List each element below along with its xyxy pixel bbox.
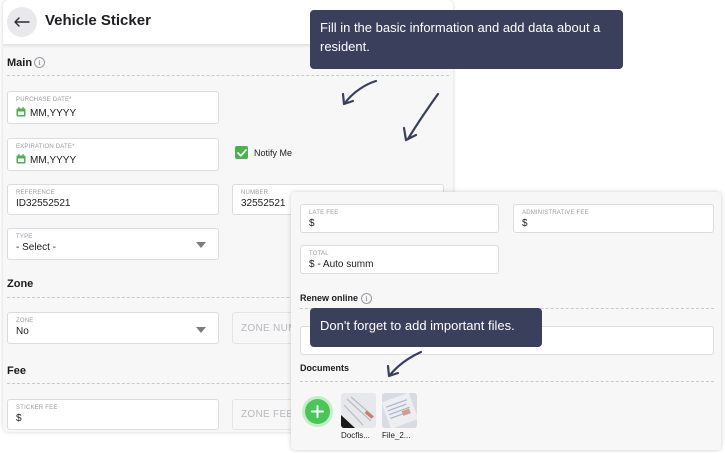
- pointer-arrow-icon: [341, 79, 378, 106]
- field-value: $: [522, 218, 528, 229]
- type-select[interactable]: TYPE - Select -: [7, 228, 219, 260]
- divider: [300, 381, 714, 382]
- field-label: NUMBER: [241, 190, 269, 196]
- late-fee-field[interactable]: LATE FEE $: [300, 204, 499, 233]
- field-value: - Select -: [16, 242, 57, 253]
- section-title-main: Main: [7, 57, 33, 69]
- section-title-renew-online: Renew online: [300, 293, 359, 303]
- plus-icon: [311, 405, 324, 418]
- pointer-arrow-icon: [402, 92, 440, 142]
- calendar-icon: [16, 154, 26, 164]
- document-thumbnail-2[interactable]: [382, 393, 417, 428]
- zone-select[interactable]: ZONE No: [7, 312, 219, 344]
- purchase-date-field[interactable]: PURCHASE DATE* MM,YYYY: [7, 91, 219, 124]
- reference-field[interactable]: REFERENCE ID32552521: [7, 184, 219, 215]
- field-value: $: [16, 413, 22, 424]
- field-label: PURCHASE DATE*: [16, 97, 72, 103]
- total-field[interactable]: TOTAL $ - Auto summ: [300, 245, 499, 274]
- field-label: EXPIRATION DATE*: [16, 144, 75, 150]
- pointer-arrow-icon: [386, 350, 423, 378]
- section-title-fee: Fee: [7, 365, 26, 377]
- add-document-button[interactable]: [305, 399, 330, 424]
- document-thumbnail-1[interactable]: [341, 393, 376, 428]
- field-value: MM,YYYY: [30, 108, 77, 119]
- field-value: 32552521: [241, 198, 286, 209]
- section-title-documents: Documents: [300, 363, 350, 373]
- section-title-zone: Zone: [7, 278, 34, 290]
- back-button[interactable]: [7, 7, 37, 37]
- tooltip-basic-info: Fill in the basic information and add da…: [310, 10, 623, 69]
- field-label: TYPE: [16, 234, 33, 240]
- calendar-icon: [16, 107, 26, 117]
- administrative-fee-field[interactable]: ADMINISTRATIVE FEE $: [513, 204, 714, 233]
- field-label: TOTAL: [309, 251, 329, 257]
- field-value: $: [309, 218, 315, 229]
- divider: [7, 75, 449, 76]
- document-name: Docfls...: [341, 431, 370, 440]
- sticker-fee-field[interactable]: STICKER FEE $: [7, 399, 219, 430]
- notify-me-checkbox[interactable]: [235, 146, 248, 159]
- field-label: ZONE: [16, 318, 34, 324]
- field-value: ID32552521: [16, 198, 71, 209]
- document-thumbnail-icon: [382, 393, 417, 428]
- chevron-down-icon: [196, 327, 206, 333]
- page-title: Vehicle Sticker: [45, 12, 151, 29]
- notify-me-label: Notify Me: [254, 148, 293, 158]
- field-placeholder: ZONE FEE: [241, 409, 294, 420]
- tooltip-add-files: Don't forget to add important files.: [310, 308, 542, 347]
- info-icon[interactable]: i: [361, 293, 372, 304]
- field-label: LATE FEE: [309, 210, 339, 216]
- field-label: REFERENCE: [16, 190, 55, 196]
- field-label: STICKER FEE: [16, 405, 58, 411]
- document-name: File_2...: [382, 431, 411, 440]
- info-icon[interactable]: i: [34, 57, 45, 68]
- field-label: ADMINISTRATIVE FEE: [522, 210, 589, 216]
- chevron-down-icon: [196, 242, 206, 248]
- checkmark-icon: [236, 148, 247, 157]
- field-value: $ - Auto summ: [309, 259, 374, 270]
- arrow-left-icon: [14, 17, 30, 27]
- field-value: MM,YYYY: [30, 155, 77, 166]
- field-value: No: [16, 326, 29, 337]
- expiration-date-field[interactable]: EXPIRATION DATE* MM,YYYY: [7, 138, 219, 171]
- document-thumbnail-icon: [341, 393, 376, 428]
